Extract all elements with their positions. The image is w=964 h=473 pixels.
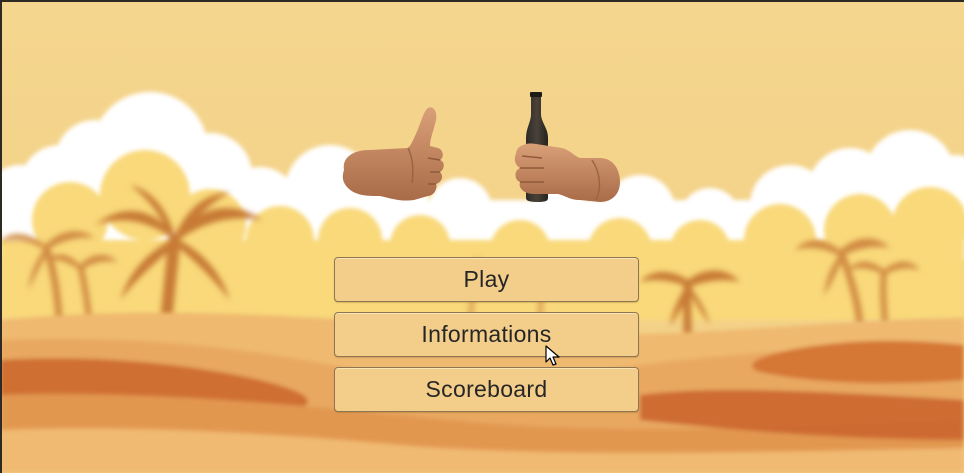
window-border-top <box>0 0 964 2</box>
play-button[interactable]: Play <box>334 257 639 302</box>
scoreboard-button[interactable]: Scoreboard <box>334 367 639 412</box>
main-menu: Play Informations Scoreboard <box>334 257 639 422</box>
game-main-menu: Play Informations Scoreboard <box>0 0 964 473</box>
mouse-pointer-icon <box>545 345 560 366</box>
hand-holding-bottle-icon <box>514 92 620 202</box>
informations-button[interactable]: Informations <box>334 312 639 357</box>
thumbs-up-hand-icon <box>342 107 444 201</box>
game-logo <box>342 92 620 202</box>
window-border-left <box>0 0 2 473</box>
